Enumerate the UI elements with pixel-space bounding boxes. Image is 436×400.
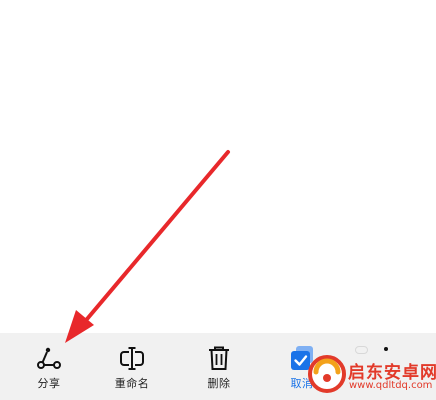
rename-button[interactable]: 重命名 xyxy=(102,333,162,400)
delete-label: 删除 xyxy=(207,377,231,390)
rename-icon xyxy=(120,347,144,370)
share-button[interactable]: 分享 xyxy=(19,333,79,400)
share-icon xyxy=(37,347,61,369)
trash-icon xyxy=(209,346,229,370)
share-label: 分享 xyxy=(37,377,61,390)
watermark-url: www.qdltdq.com xyxy=(349,380,433,391)
watermark-logo-icon xyxy=(308,355,346,393)
screen: 分享 重命名 删除 取消 启东安卓网 www.qdltdq.com xyxy=(0,0,436,400)
delete-button[interactable]: 删除 xyxy=(189,333,249,400)
watermark: 启东安卓网 www.qdltdq.com xyxy=(305,350,436,400)
rename-label: 重命名 xyxy=(114,377,150,390)
